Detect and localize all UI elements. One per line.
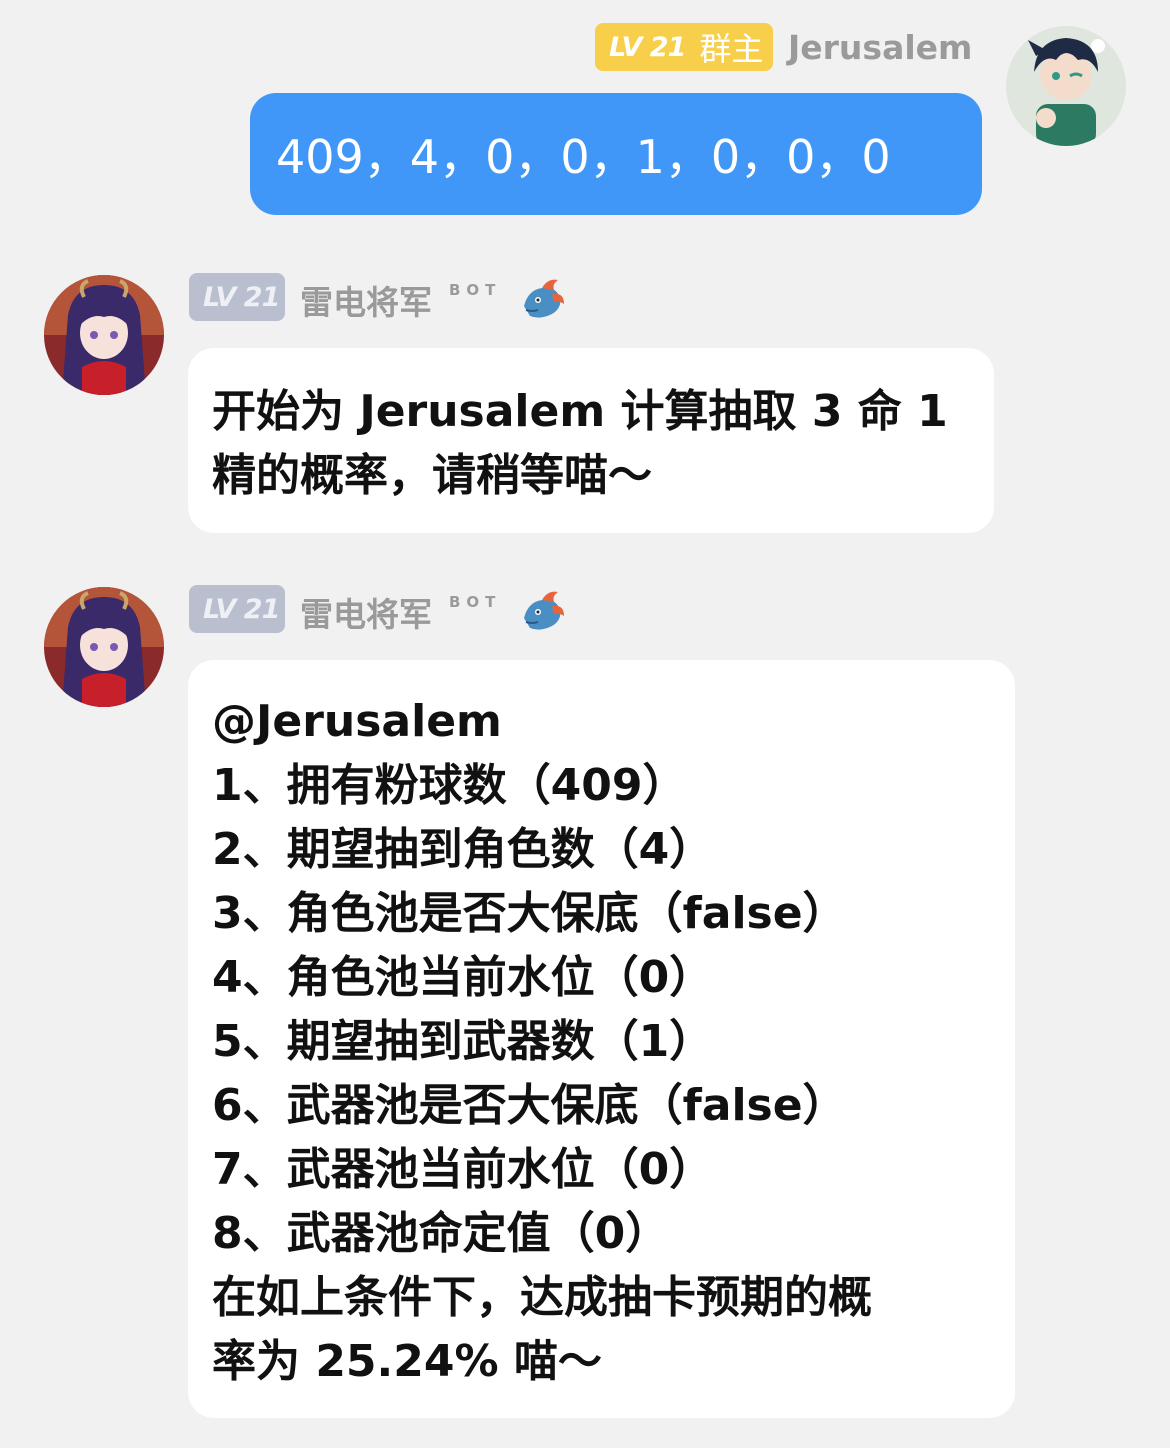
level-label: LV 21 <box>203 281 280 313</box>
level-badge-bot: LV 21 <box>189 273 285 321</box>
message-line: 精的概率，请稍等喵～ <box>212 450 652 501</box>
bot-message-bubble[interactable]: @Jerusalem 1、拥有粉球数（409） 2、期望抽到角色数（4） 3、角… <box>188 660 1015 1418</box>
message-line: 2、期望抽到角色数（4） <box>212 824 714 875</box>
message-line: 在如上条件下，达成抽卡预期的概 <box>212 1272 872 1323</box>
bot-avatar[interactable] <box>44 587 164 707</box>
message-line: 1、拥有粉球数（409） <box>212 760 687 811</box>
message-line: 7、武器池当前水位（0） <box>212 1144 714 1195</box>
bot-avatar[interactable] <box>44 275 164 395</box>
role-label: 群主 <box>699 30 764 68</box>
sender-name-bot: 雷电将军 <box>300 595 432 634</box>
bot-tag: BOT <box>449 593 502 611</box>
dragon-icon <box>524 279 564 318</box>
message-line: @Jerusalem <box>212 696 502 747</box>
bot-tag: BOT <box>449 281 502 299</box>
message-line: 开始为 Jerusalem 计算抽取 3 命 1 <box>212 386 948 437</box>
user-message-text: 409，4，0，0，1，0，0，0 <box>276 130 891 184</box>
bot-message-bubble[interactable]: 开始为 Jerusalem 计算抽取 3 命 1 精的概率，请稍等喵～ <box>188 348 994 533</box>
sender-name-user: Jerusalem <box>788 28 973 67</box>
message-line: 3、角色池是否大保底（false） <box>212 888 847 939</box>
level-badge-owner: LV 21 群主 <box>595 23 773 71</box>
user-message-bubble[interactable]: 409，4，0，0，1，0，0，0 <box>250 93 982 215</box>
message-line: 4、角色池当前水位（0） <box>212 952 714 1003</box>
message-line: 8、武器池命定值（0） <box>212 1208 670 1259</box>
message-line: 率为 25.24% 喵～ <box>212 1336 602 1387</box>
dragon-icon <box>524 591 564 630</box>
level-label: LV 21 <box>609 31 686 63</box>
message-line: 6、武器池是否大保底（false） <box>212 1080 847 1131</box>
level-badge-bot: LV 21 <box>189 585 285 633</box>
message-line: 5、期望抽到武器数（1） <box>212 1016 714 1067</box>
user-avatar[interactable] <box>1006 26 1126 146</box>
sender-name-bot: 雷电将军 <box>300 283 432 322</box>
level-label: LV 21 <box>203 593 280 625</box>
